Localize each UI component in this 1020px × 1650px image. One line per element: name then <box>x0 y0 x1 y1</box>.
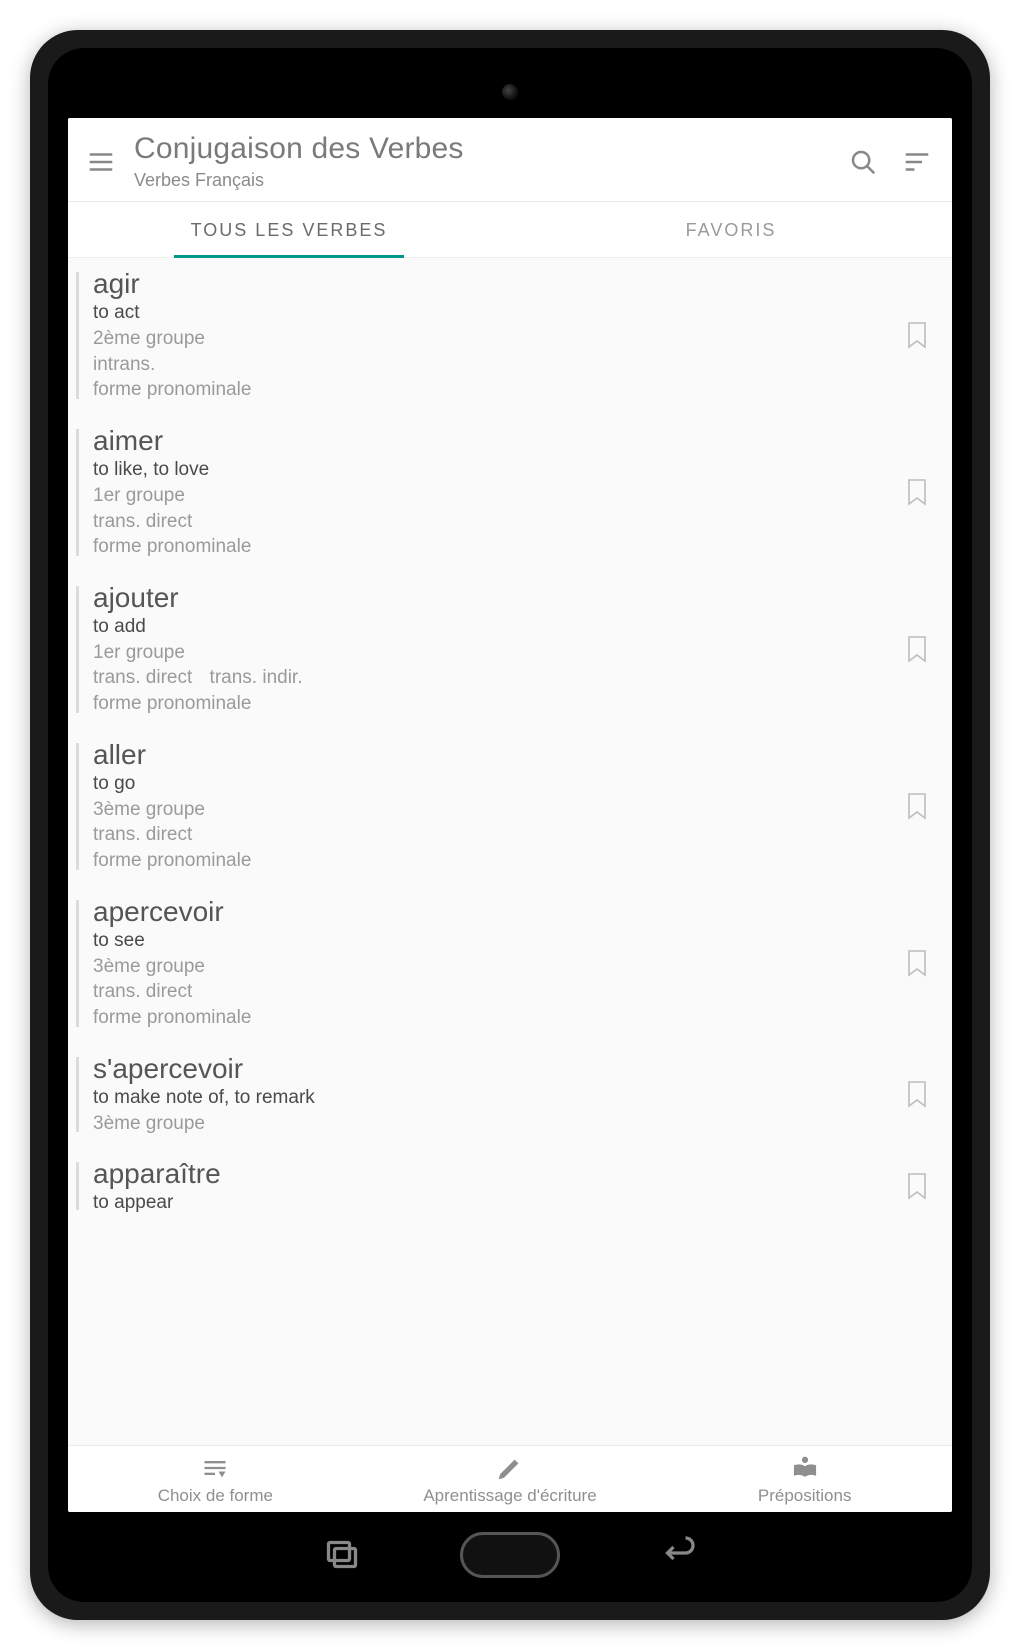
app-titles: Conjugaison des Verbes Verbes Français <box>134 132 830 191</box>
list-item[interactable]: apercevoir to see 3ème groupe trans. dir… <box>68 886 952 1043</box>
verb-french: s'apercevoir <box>93 1053 900 1085</box>
verb-english: to make note of, to remark <box>93 1087 900 1109</box>
app-actions <box>848 147 932 177</box>
menu-icon[interactable] <box>86 147 116 177</box>
verb-english: to add <box>93 616 900 638</box>
nav-ecriture[interactable]: Aprentissage d'écriture <box>363 1454 658 1506</box>
app-title: Conjugaison des Verbes <box>134 132 830 166</box>
verb-english: to like, to love <box>93 459 900 481</box>
verb-meta: 2ème groupe intrans. forme pronominale <box>93 326 900 403</box>
verb-french: aller <box>93 739 900 771</box>
item-accent <box>76 429 79 556</box>
book-icon <box>791 1454 819 1482</box>
bookmark-icon <box>905 1172 929 1200</box>
bookmark-button[interactable] <box>900 582 934 717</box>
verb-meta: 1er groupe trans. direct forme pronomina… <box>93 483 900 560</box>
app-screen: Conjugaison des Verbes Verbes Français <box>68 118 952 1512</box>
bookmark-icon <box>905 949 929 977</box>
tab-all-verbs[interactable]: TOUS LES VERBES <box>68 202 510 257</box>
hw-recents-button[interactable] <box>324 1535 360 1576</box>
list-item[interactable]: s'apercevoir to make note of, to remark … <box>68 1043 952 1149</box>
bookmark-icon <box>905 792 929 820</box>
list-item[interactable]: aller to go 3ème groupe trans. direct fo… <box>68 729 952 886</box>
tabs: TOUS LES VERBES FAVORIS <box>68 202 952 258</box>
verb-french: aimer <box>93 425 900 457</box>
hw-buttons <box>48 1532 972 1578</box>
bookmark-button[interactable] <box>900 268 934 403</box>
item-accent <box>76 1057 79 1133</box>
nav-label: Prépositions <box>758 1486 852 1506</box>
verb-french: ajouter <box>93 582 900 614</box>
hw-home-button[interactable] <box>460 1532 560 1578</box>
verb-meta: 3ème groupe trans. direct forme pronomin… <box>93 954 900 1031</box>
verb-meta: 1er groupe trans. direct trans. indir. f… <box>93 640 900 717</box>
list-item[interactable]: aimer to like, to love 1er groupe trans.… <box>68 415 952 572</box>
list-item[interactable]: ajouter to add 1er groupe trans. direct … <box>68 572 952 729</box>
recents-icon <box>324 1535 360 1571</box>
bookmark-button[interactable] <box>900 425 934 560</box>
back-icon <box>660 1535 696 1571</box>
verb-english: to see <box>93 930 900 952</box>
app-subtitle: Verbes Français <box>134 170 830 191</box>
tablet-frame: Conjugaison des Verbes Verbes Français <box>30 30 990 1620</box>
pencil-icon <box>496 1454 524 1482</box>
bookmark-icon <box>905 635 929 663</box>
list-item[interactable]: apparaître to appear <box>68 1148 952 1226</box>
tablet-bezel: Conjugaison des Verbes Verbes Français <box>48 48 972 1602</box>
nav-label: Choix de forme <box>158 1486 273 1506</box>
tab-favorites[interactable]: FAVORIS <box>510 202 952 257</box>
form-icon <box>201 1454 229 1482</box>
bottom-nav: Choix de forme Aprentissage d'écriture P… <box>68 1445 952 1512</box>
nav-prepositions[interactable]: Prépositions <box>657 1454 952 1506</box>
verb-english: to appear <box>93 1192 900 1214</box>
verb-french: apparaître <box>93 1158 900 1190</box>
bookmark-button[interactable] <box>900 1158 934 1214</box>
bookmark-button[interactable] <box>900 896 934 1031</box>
item-accent <box>76 586 79 713</box>
sort-icon[interactable] <box>902 147 932 177</box>
verb-english: to go <box>93 773 900 795</box>
verb-meta: 3ème groupe trans. direct forme pronomin… <box>93 797 900 874</box>
bookmark-button[interactable] <box>900 1053 934 1137</box>
verb-list[interactable]: agir to act 2ème groupe intrans. forme p… <box>68 258 952 1445</box>
nav-label: Aprentissage d'écriture <box>423 1486 596 1506</box>
verb-meta: 3ème groupe <box>93 1111 900 1137</box>
nav-choix-forme[interactable]: Choix de forme <box>68 1454 363 1506</box>
verb-french: apercevoir <box>93 896 900 928</box>
verb-english: to act <box>93 302 900 324</box>
bookmark-icon <box>905 1080 929 1108</box>
hw-back-button[interactable] <box>660 1535 696 1576</box>
search-icon[interactable] <box>848 147 878 177</box>
item-accent <box>76 743 79 870</box>
item-accent <box>76 900 79 1027</box>
bookmark-icon <box>905 478 929 506</box>
item-accent <box>76 1162 79 1210</box>
app-bar: Conjugaison des Verbes Verbes Français <box>68 118 952 202</box>
tablet-camera <box>502 84 518 100</box>
bookmark-button[interactable] <box>900 739 934 874</box>
bookmark-icon <box>905 321 929 349</box>
list-item[interactable]: agir to act 2ème groupe intrans. forme p… <box>68 258 952 415</box>
item-accent <box>76 272 79 399</box>
verb-french: agir <box>93 268 900 300</box>
